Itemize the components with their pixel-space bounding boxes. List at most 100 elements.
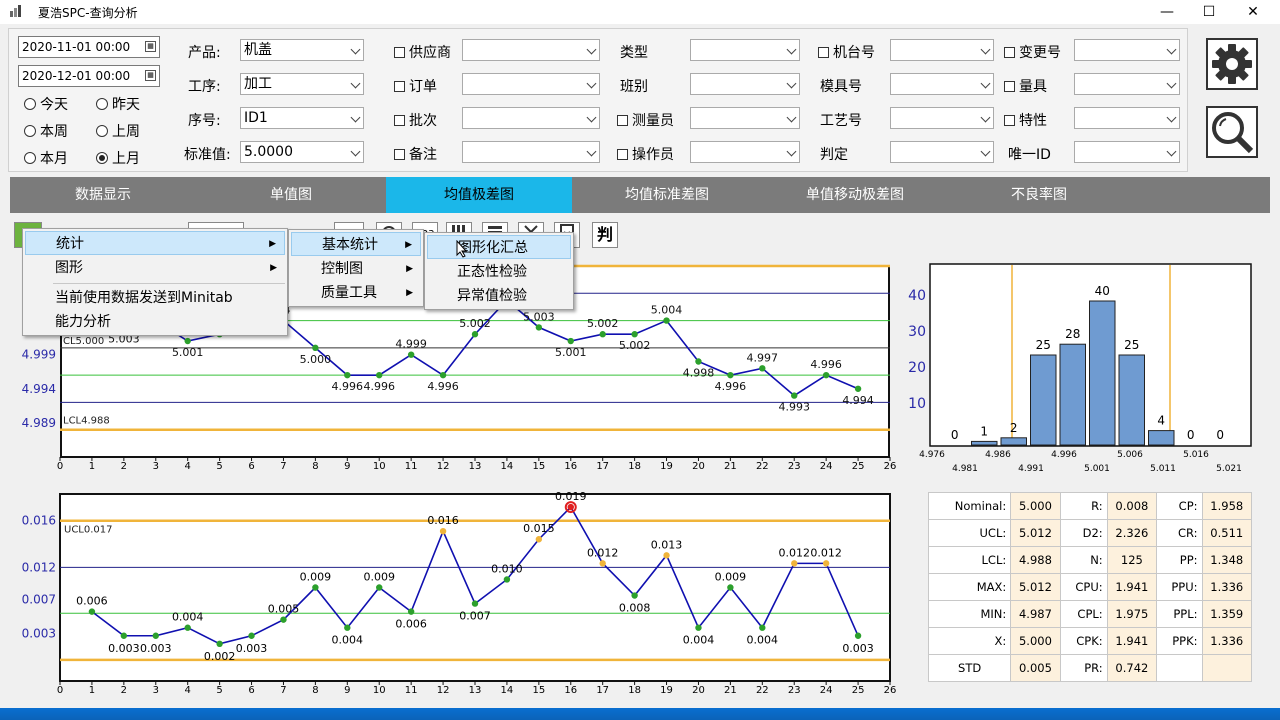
menu-item-label: 质量工具: [321, 285, 377, 301]
submenu-arrow-icon: ▶: [406, 264, 413, 274]
menu-item-label: 能力分析: [55, 314, 111, 330]
stats-key: MIN:: [927, 600, 1012, 628]
menu-item-basic-stats[interactable]: 基本统计 ▶: [291, 232, 421, 256]
menu-item-label: 统计: [56, 236, 84, 252]
stats-value: 0.742: [1106, 654, 1158, 682]
stats-value: 1.348: [1201, 546, 1253, 574]
menu-item-graphical-summary[interactable]: 图形化汇总: [427, 235, 571, 259]
stats-key: PR:: [1059, 654, 1108, 682]
stats-row: MIN: 4.987 CPL: 1.975 PPL: 1.359: [927, 600, 1253, 628]
context-menu: 统计 ▶ 图形 ▶ 当前使用数据发送到Minitab 能力分析: [22, 228, 288, 336]
menu-separator: [53, 283, 285, 284]
histogram-bar: [1148, 430, 1175, 446]
bar-count-label: 0: [951, 428, 959, 442]
menu-item-outlier-test[interactable]: 异常值检验: [427, 284, 571, 308]
bar-count-label: 25: [1036, 338, 1051, 352]
stats-value: 0.005: [1010, 654, 1061, 682]
menu-item-label: 图形: [55, 260, 83, 276]
menu-item-label: 控制图: [321, 261, 363, 277]
histogram-bar: [1118, 354, 1145, 446]
menu-item-label: 当前使用数据发送到Minitab: [55, 290, 233, 306]
bar-count-label: 2: [1010, 421, 1018, 435]
stats-key: [1156, 654, 1203, 682]
stats-key: LCL:: [927, 546, 1012, 574]
submenu-arrow-icon: ▶: [406, 288, 413, 298]
stats-value: 1.336: [1201, 627, 1253, 655]
menu-item-normality-test[interactable]: 正态性检验: [427, 260, 571, 284]
stats-value: 125: [1106, 546, 1158, 574]
y-tick-label: 10: [908, 396, 926, 412]
stats-key: X:: [927, 627, 1012, 655]
x-tick-label: 4.986: [985, 450, 1011, 460]
stats-value: 4.987: [1010, 600, 1061, 628]
stats-value: 5.012: [1010, 573, 1061, 601]
histogram-bar: [1059, 343, 1086, 446]
bar-count-label: 1: [980, 424, 988, 438]
taskbar: [0, 708, 1280, 720]
stats-value: 5.000: [1010, 627, 1061, 655]
stats-key: PPU:: [1156, 573, 1203, 601]
submenu-arrow-icon: ▶: [269, 239, 276, 249]
bar-count-label: 40: [1095, 284, 1110, 298]
menu-item-statistics[interactable]: 统计 ▶: [25, 231, 285, 255]
stats-key: CR:: [1156, 519, 1203, 547]
stats-value: 2.326: [1106, 519, 1158, 547]
stats-key: CPU:: [1059, 573, 1108, 601]
menu-item-capability[interactable]: 能力分析: [25, 310, 285, 334]
menu-item-label: 正态性检验: [457, 264, 527, 280]
submenu-basic-stats: 图形化汇总 正态性检验 异常值检验: [424, 232, 574, 310]
stats-row: STD 0.005 PR: 0.742: [927, 654, 1253, 682]
y-tick-label: 20: [908, 360, 926, 376]
stats-key: D2:: [1059, 519, 1108, 547]
stats-key: N:: [1059, 546, 1108, 574]
stats-value: 1.941: [1106, 573, 1158, 601]
x-tick-label: 4.996: [1051, 450, 1077, 460]
histogram-bar: [1030, 354, 1057, 446]
stats-value: 1.941: [1106, 627, 1158, 655]
x-tick-label: 5.006: [1117, 450, 1143, 460]
stats-key: PP:: [1156, 546, 1203, 574]
stats-value: 5.000: [1010, 492, 1061, 520]
stats-value: 1.359: [1201, 600, 1253, 628]
menu-item-send-minitab[interactable]: 当前使用数据发送到Minitab: [25, 286, 285, 310]
capability-stats-table: Nominal: 5.000 R: 0.008 CP: 1.958 UCL: 5.012 D2:…: [927, 492, 1253, 682]
menu-item-label: 图形化汇总: [458, 240, 528, 256]
menu-item-label: 基本统计: [322, 237, 378, 253]
bar-count-label: 25: [1124, 338, 1139, 352]
submenu-arrow-icon: ▶: [270, 263, 277, 273]
bar-count-label: 28: [1065, 327, 1080, 341]
menu-item-control-chart[interactable]: 控制图 ▶: [291, 257, 421, 281]
bar-count-label: 4: [1157, 414, 1165, 428]
x-tick-label: 4.976: [919, 450, 945, 460]
menu-item-graph[interactable]: 图形 ▶: [25, 256, 285, 280]
bar-count-label: 0: [1187, 428, 1195, 442]
stats-value: 1.336: [1201, 573, 1253, 601]
stats-value: 0.008: [1106, 492, 1158, 520]
stats-value: 1.958: [1201, 492, 1253, 520]
y-tick-label: 40: [908, 288, 926, 304]
stats-key: UCL:: [927, 519, 1012, 547]
stats-row: LCL: 4.988 N: 125 PP: 1.348: [927, 546, 1253, 574]
submenu-statistics: 基本统计 ▶ 控制图 ▶ 质量工具 ▶: [288, 229, 424, 307]
x-tick-label: 5.021: [1216, 464, 1242, 474]
histogram-bar: [1000, 437, 1027, 446]
stats-value: 5.012: [1010, 519, 1061, 547]
stats-key: PPK:: [1156, 627, 1203, 655]
menu-item-quality-tools[interactable]: 质量工具 ▶: [291, 281, 421, 305]
x-tick-label: 4.981: [952, 464, 978, 474]
stats-row: Nominal: 5.000 R: 0.008 CP: 1.958: [927, 492, 1253, 520]
stats-key: CPK:: [1059, 627, 1108, 655]
stats-key: CP:: [1156, 492, 1203, 520]
x-tick-label: 4.991: [1018, 464, 1044, 474]
stats-value: 0.511: [1201, 519, 1253, 547]
histogram-bar: [1089, 300, 1116, 446]
stats-key: PPL:: [1156, 600, 1203, 628]
x-tick-label: 5.011: [1150, 464, 1176, 474]
bar-count-label: 0: [1216, 428, 1224, 442]
stats-value: 4.988: [1010, 546, 1061, 574]
stats-row: X: 5.000 CPK: 1.941 PPK: 1.336: [927, 627, 1253, 655]
histogram-bar: [971, 440, 998, 446]
stats-row: MAX: 5.012 CPU: 1.941 PPU: 1.336: [927, 573, 1253, 601]
stats-key: STD: [927, 654, 1012, 682]
stats-value: 1.975: [1106, 600, 1158, 628]
